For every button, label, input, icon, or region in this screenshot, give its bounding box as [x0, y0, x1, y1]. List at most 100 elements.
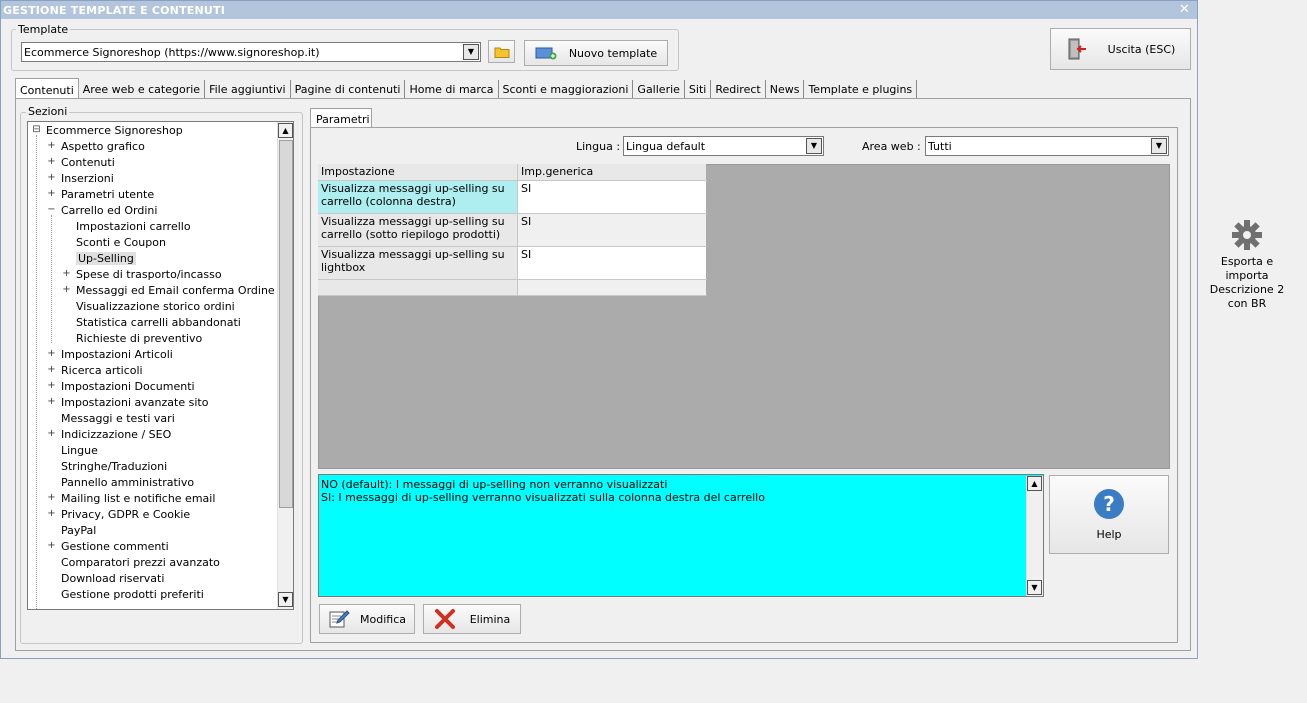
setting-cell[interactable]: [318, 280, 518, 295]
tree-item[interactable]: Impostazioni carrello: [62, 219, 191, 235]
header-impostazione[interactable]: Impostazione: [318, 164, 518, 180]
tree-item[interactable]: + Privacy, GDPR e Cookie: [47, 507, 190, 523]
table-row[interactable]: Visualizza messaggi up-selling su lightb…: [318, 247, 707, 280]
tab-file-aggiuntivi[interactable]: File aggiuntivi: [205, 80, 291, 99]
expand-icon[interactable]: +: [47, 188, 56, 199]
tree-item[interactable]: Download riservati: [47, 571, 164, 587]
tree-item[interactable]: Statistica carrelli abbandonati: [62, 315, 241, 331]
tree-item[interactable]: Visualizzazione storico ordini: [62, 299, 235, 315]
description-scrollbar[interactable]: ▲ ▼: [1026, 476, 1043, 596]
tab-contenuti[interactable]: Contenuti: [15, 78, 79, 99]
tree-item[interactable]: + Gestione commenti: [47, 539, 168, 555]
tree-item[interactable]: − Carrello ed Ordini: [47, 203, 157, 219]
chevron-down-icon[interactable]: ▼: [806, 138, 822, 154]
export-import-button[interactable]: Esporta e importa Descrizione 2 con BR: [1201, 219, 1293, 311]
scroll-up-icon[interactable]: ▲: [278, 123, 293, 138]
tree-item[interactable]: + Impostazioni Documenti: [47, 379, 194, 395]
expand-icon[interactable]: +: [47, 428, 56, 439]
description-box[interactable]: NO (default): I messaggi di up-selling n…: [318, 474, 1044, 597]
add-template-icon: [535, 47, 557, 60]
modify-button[interactable]: Modifica: [319, 604, 415, 634]
tab-siti[interactable]: Siti: [684, 80, 712, 99]
tree-item[interactable]: Pannello amministrativo: [47, 475, 194, 491]
tree-item[interactable]: + Messaggi ed Email conferma Ordine: [62, 283, 274, 299]
tree-item[interactable]: + Parametri utente: [47, 187, 154, 203]
new-template-button[interactable]: Nuovo template: [524, 40, 668, 66]
setting-cell[interactable]: Visualizza messaggi up-selling su carrel…: [318, 181, 518, 213]
tree-item[interactable]: Stringhe/Traduzioni: [47, 459, 167, 475]
tree-item[interactable]: Messaggi e testi vari: [47, 411, 175, 427]
scroll-down-icon[interactable]: ▼: [1027, 580, 1042, 595]
table-row[interactable]: Visualizza messaggi up-selling su carrel…: [318, 214, 707, 247]
tree-item-label: Inserzioni: [61, 172, 114, 185]
settings-grid[interactable]: Impostazione Imp.generica Visualizza mes…: [318, 164, 707, 296]
value-cell[interactable]: SI: [518, 181, 706, 213]
value-cell[interactable]: SI: [518, 214, 706, 246]
delete-button[interactable]: Elimina: [423, 604, 521, 634]
expand-icon[interactable]: +: [62, 284, 71, 295]
tab-gallerie[interactable]: Gallerie: [633, 80, 685, 99]
expand-icon[interactable]: +: [47, 140, 56, 151]
setting-cell[interactable]: Visualizza messaggi up-selling su lightb…: [318, 247, 518, 279]
tab-pagine-contenuti[interactable]: Pagine di contenuti: [290, 80, 406, 99]
scroll-down-icon[interactable]: ▼: [278, 592, 293, 607]
sections-tree[interactable]: Gestione prodotti preferiti Download rise…: [27, 121, 294, 610]
tree-item[interactable]: + Inserzioni: [47, 171, 114, 187]
tree-item[interactable]: Lingue: [47, 443, 98, 459]
tab-template-plugins[interactable]: Template e plugins: [804, 80, 918, 99]
lingua-select[interactable]: Lingua default ▼: [623, 136, 824, 156]
tab-news[interactable]: News: [765, 80, 805, 99]
scroll-thumb[interactable]: [279, 140, 293, 508]
exit-button[interactable]: Uscita (ESC): [1050, 28, 1191, 70]
area-web-select[interactable]: Tutti ▼: [925, 136, 1169, 156]
expand-icon[interactable]: +: [47, 508, 56, 519]
tree-item[interactable]: Sconti e Coupon: [62, 235, 166, 251]
help-button[interactable]: ? Help: [1049, 475, 1169, 554]
expand-icon[interactable]: +: [47, 380, 56, 391]
chevron-down-icon[interactable]: ▼: [463, 44, 479, 60]
tab-aree-web[interactable]: Aree web e categorie: [78, 80, 206, 99]
tab-parametri[interactable]: Parametri: [310, 108, 372, 128]
collapse-icon[interactable]: ⊟: [32, 124, 41, 135]
edit-icon: [329, 610, 350, 628]
table-row-empty[interactable]: [318, 280, 707, 296]
tab-redirect[interactable]: Redirect: [711, 80, 766, 99]
tree-item[interactable]: + Ricerca articoli: [47, 363, 142, 379]
expand-icon[interactable]: +: [47, 348, 56, 359]
collapse-icon[interactable]: −: [47, 204, 56, 215]
tree-item[interactable]: Up-Selling: [62, 251, 136, 267]
scroll-up-icon[interactable]: ▲: [1027, 476, 1042, 491]
tree-item[interactable]: Richieste di preventivo: [62, 331, 202, 347]
template-select[interactable]: Ecommerce Signoreshop (https://www.signo…: [21, 42, 481, 62]
value-cell[interactable]: SI: [518, 247, 706, 279]
tree-item[interactable]: + Mailing list e notifiche email: [47, 491, 215, 507]
expand-icon[interactable]: +: [47, 364, 56, 375]
tree-item-label: Ecommerce Signoreshop: [46, 124, 183, 137]
tab-home-marca[interactable]: Home di marca: [405, 80, 499, 99]
tree-item[interactable]: ⊟ Ecommerce Signoreshop: [32, 123, 183, 139]
tree-item[interactable]: + Indicizzazione / SEO: [47, 427, 171, 443]
expand-icon[interactable]: +: [47, 492, 56, 503]
setting-cell[interactable]: Visualizza messaggi up-selling su carrel…: [318, 214, 518, 246]
tree-scrollbar[interactable]: ▲ ▼: [277, 122, 293, 609]
tab-sconti[interactable]: Sconti e maggiorazioni: [498, 80, 634, 99]
expand-icon[interactable]: +: [47, 540, 56, 551]
close-icon[interactable]: ✕: [1179, 2, 1190, 17]
tree-item[interactable]: + Aspetto grafico: [47, 139, 145, 155]
chevron-down-icon[interactable]: ▼: [1151, 138, 1167, 154]
tree-item[interactable]: + Impostazioni avanzate sito: [47, 395, 208, 411]
header-imp-generica[interactable]: Imp.generica: [518, 164, 706, 180]
tree-item[interactable]: + Spese di trasporto/incasso: [62, 267, 221, 283]
tree-item[interactable]: PayPal: [47, 523, 96, 539]
tree-item[interactable]: Comparatori prezzi avanzato: [47, 555, 220, 571]
open-folder-button[interactable]: [488, 40, 515, 63]
value-cell[interactable]: [518, 280, 706, 295]
tree-item[interactable]: + Impostazioni Articoli: [47, 347, 173, 363]
expand-icon[interactable]: +: [47, 396, 56, 407]
expand-icon[interactable]: +: [47, 172, 56, 183]
tree-item[interactable]: Gestione prodotti preferiti: [47, 587, 204, 603]
expand-icon[interactable]: +: [62, 268, 71, 279]
tree-item[interactable]: + Contenuti: [47, 155, 114, 171]
expand-icon[interactable]: +: [47, 156, 56, 167]
table-row[interactable]: Visualizza messaggi up-selling su carrel…: [318, 181, 707, 214]
